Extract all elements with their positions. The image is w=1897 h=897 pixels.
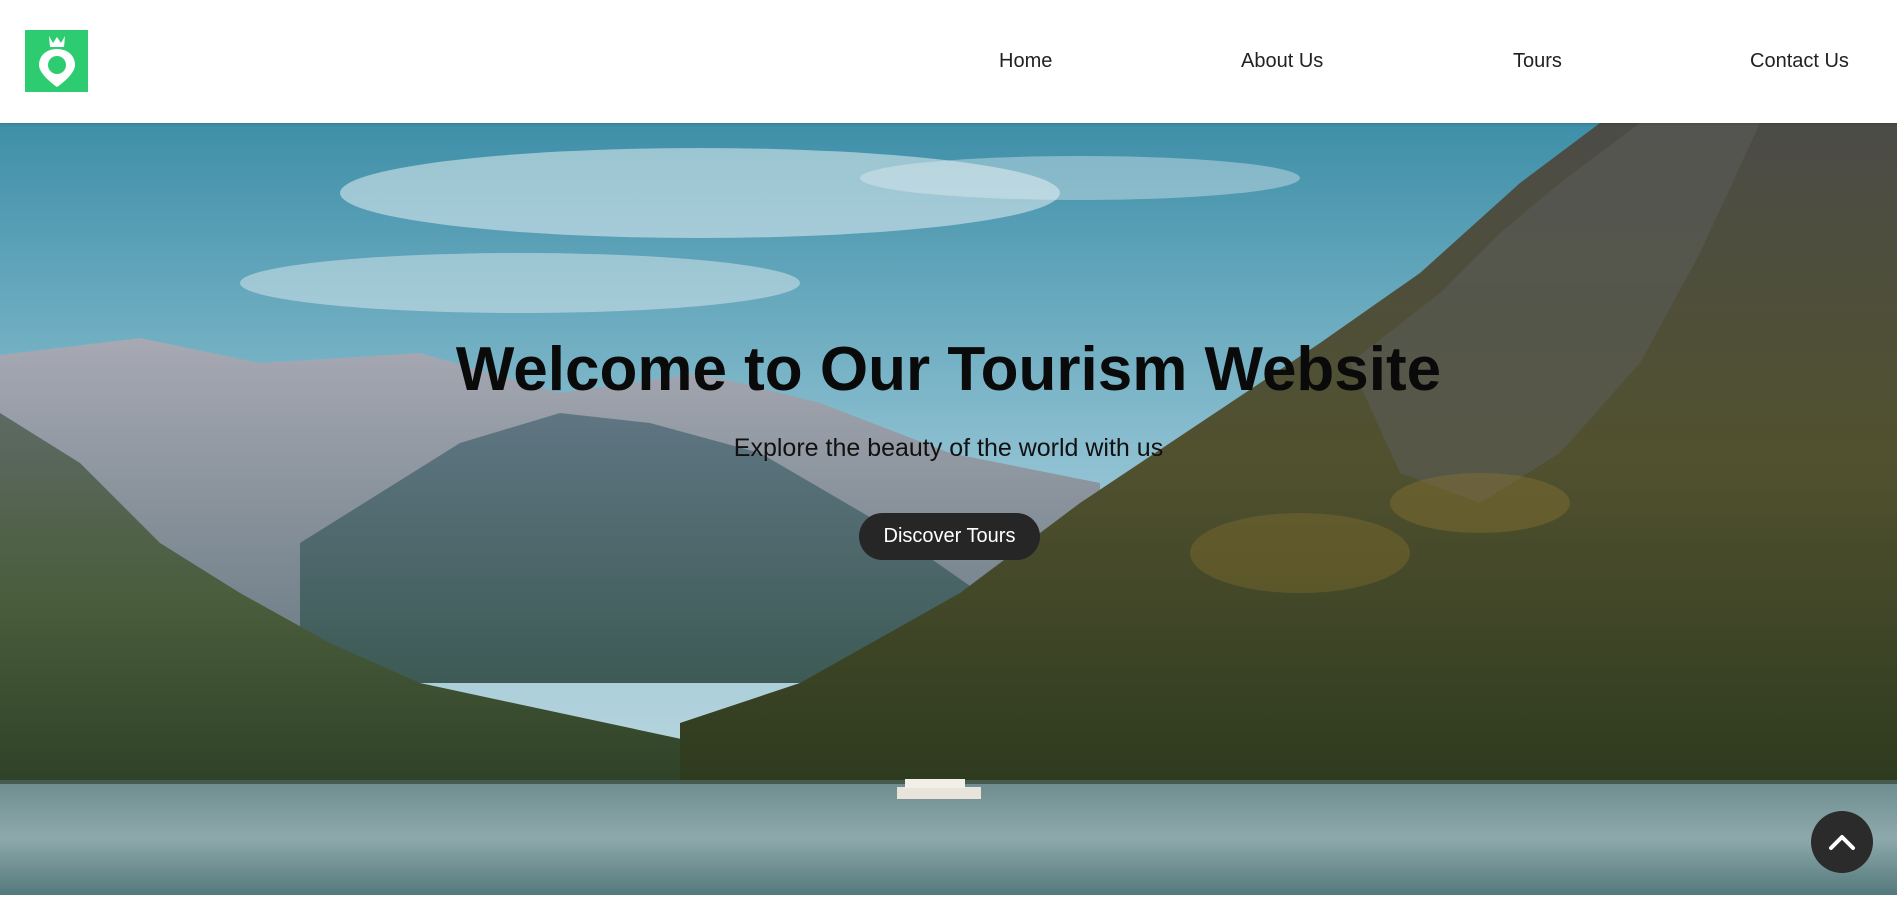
- nav-about-us[interactable]: About Us: [1241, 50, 1323, 72]
- nav-tours[interactable]: Tours: [1513, 50, 1562, 72]
- logo[interactable]: [25, 30, 88, 92]
- hero-subtitle: Explore the beauty of the world with us: [733, 434, 1164, 462]
- nav-contact-us[interactable]: Contact Us: [1750, 50, 1849, 72]
- hero-background-image: [0, 123, 1897, 897]
- nav-home[interactable]: Home: [999, 50, 1052, 72]
- back-to-top-button[interactable]: [1811, 811, 1873, 873]
- map-pin-crown-icon: [38, 36, 75, 87]
- navbar: Home About Us Tours Contact Us: [0, 0, 1897, 123]
- chevron-up-icon: [1829, 835, 1855, 850]
- hero-title: Welcome to Our Tourism Website: [455, 335, 1442, 404]
- hero-section: Welcome to Our Tourism Website Explore t…: [0, 123, 1897, 897]
- discover-tours-button[interactable]: Discover Tours: [859, 513, 1040, 560]
